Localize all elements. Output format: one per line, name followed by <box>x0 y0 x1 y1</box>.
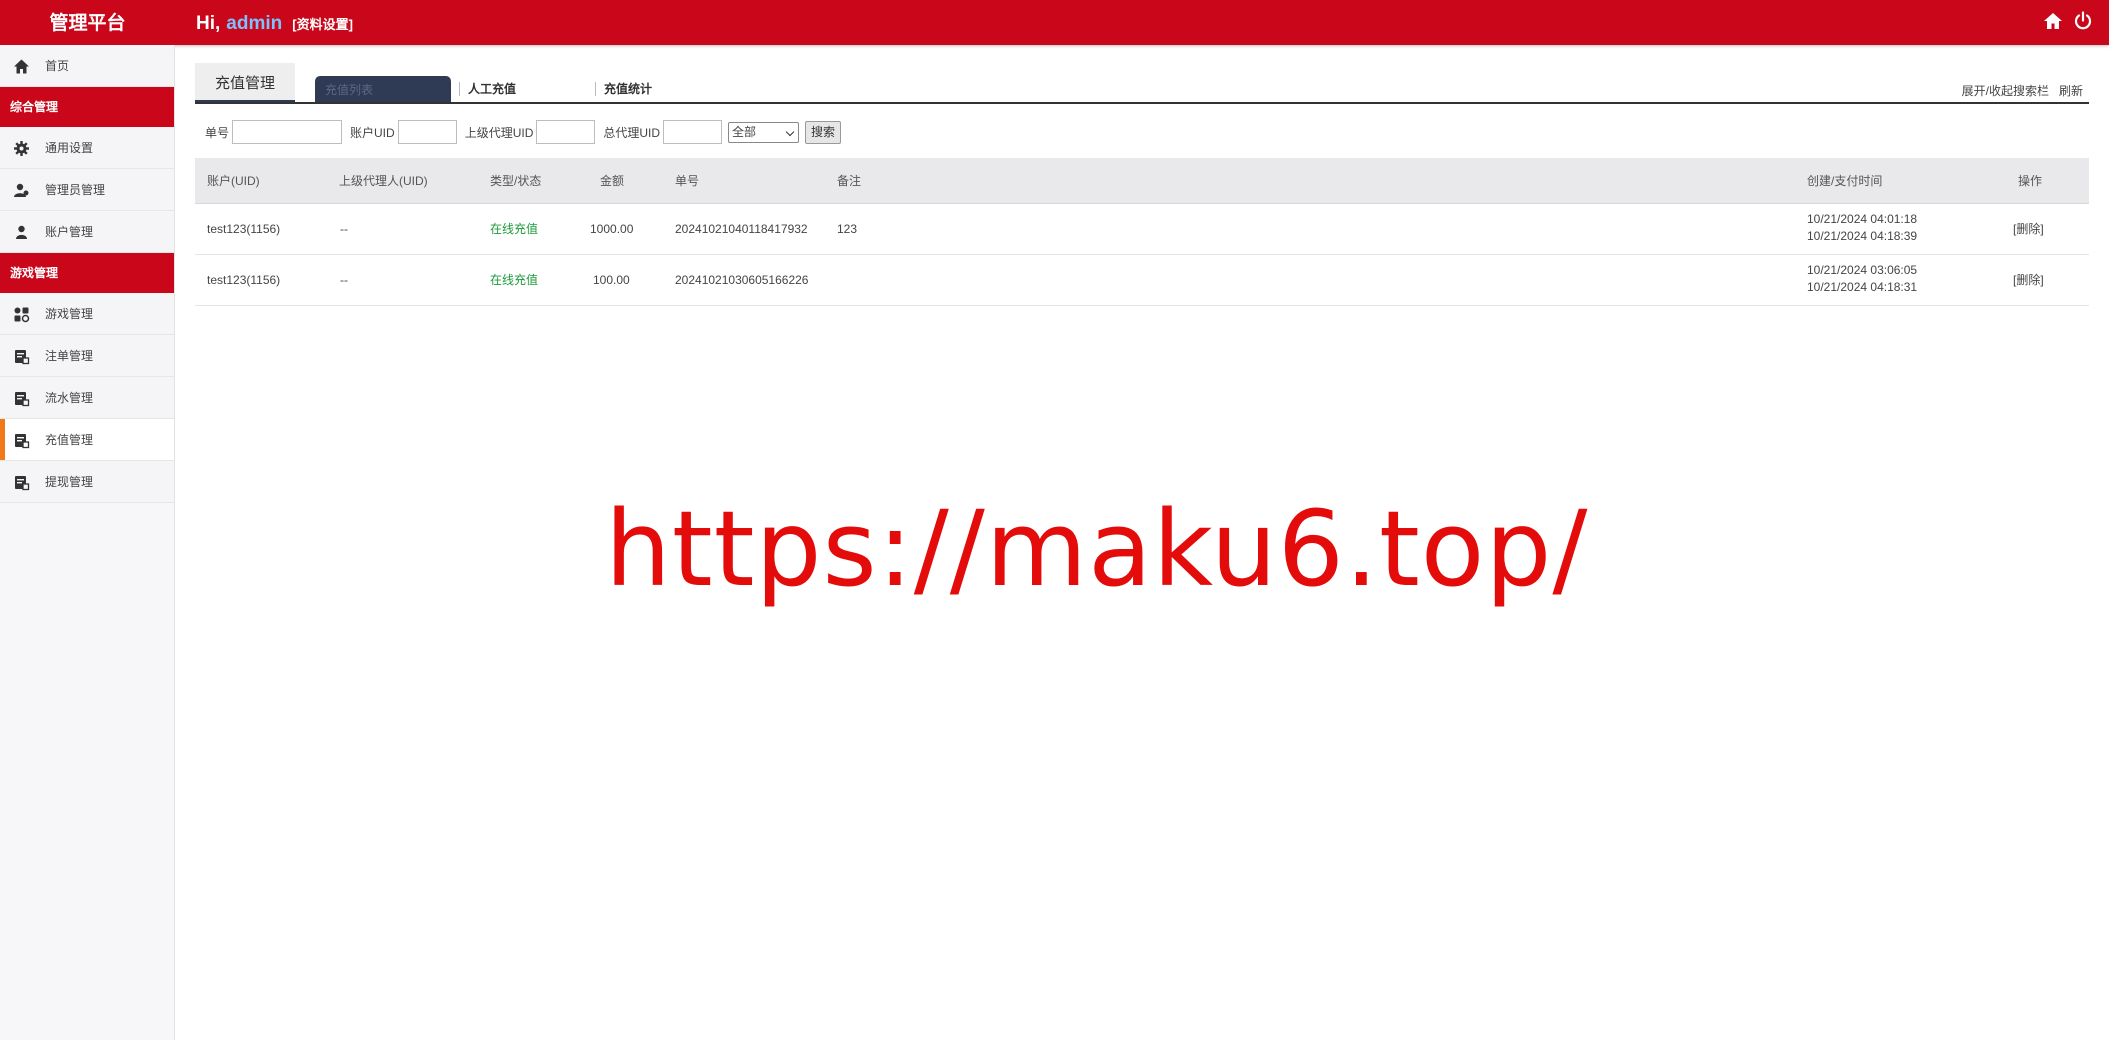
report-icon <box>13 390 30 407</box>
home-icon <box>13 58 30 75</box>
remark-cell: 123 <box>837 222 858 236</box>
top-agent-input[interactable] <box>663 120 723 144</box>
user-icon <box>13 224 30 241</box>
tab-manual-recharge[interactable]: 人工充值 <box>459 82 595 96</box>
top-bar: 管理平台 Hi, admin [资料设置] <box>0 0 2109 45</box>
created-time: 10/21/2024 03:06:05 <box>1807 263 1918 277</box>
power-icon[interactable] <box>2073 11 2093 31</box>
sidebar-item-label: 流水管理 <box>45 391 94 405</box>
search-bar: 单号 账户UID 上级代理UID 总代理UID 全部 搜索 <box>205 119 842 145</box>
sidebar-item-admin-management[interactable]: 管理员管理 <box>0 169 174 211</box>
refresh-link[interactable]: 刷新 <box>2059 84 2083 98</box>
parent-agent-input[interactable] <box>536 120 596 144</box>
column-header: 上级代理人(UID) <box>339 174 428 188</box>
sidebar-item-recharge-management[interactable]: 充值管理 <box>0 419 174 461</box>
status-cell: 在线充值 <box>490 273 539 287</box>
page-title: 充值管理 <box>195 63 295 102</box>
report-icon <box>13 432 30 449</box>
parent-cell: -- <box>340 222 348 236</box>
search-button[interactable]: 搜索 <box>805 120 842 144</box>
tab-actions: 展开/收起搜索栏 刷新 <box>1952 82 2083 99</box>
sidebar-item-label: 充值管理 <box>45 433 94 447</box>
amount-cell: 100.00 <box>593 273 630 287</box>
sidebar-item-account-management[interactable]: 账户管理 <box>0 211 174 253</box>
order-no-input[interactable] <box>232 120 343 144</box>
users-icon <box>13 182 30 199</box>
recharge-table: 账户(UID) 上级代理人(UID) 类型/状态 金额 单号 备注 创建/支付时… <box>195 158 2089 306</box>
profile-settings-link[interactable]: [资料设置] <box>292 17 353 32</box>
column-header: 备注 <box>837 174 862 188</box>
amount-cell: 1000.00 <box>590 222 634 236</box>
sidebar-section-game: 游戏管理 <box>0 253 174 293</box>
sidebar-item-home[interactable]: 首页 <box>0 45 174 87</box>
sidebar: 首页 综合管理 通用设置 管理员管理 账户管理 游戏管理 游戏管理 注单管理 流… <box>0 45 175 1040</box>
paid-time: 10/21/2024 04:18:31 <box>1807 280 1918 294</box>
parent-agent-label: 上级代理UID <box>464 125 534 140</box>
sidebar-item-label: 管理员管理 <box>45 183 106 197</box>
top-icons <box>2043 11 2093 31</box>
sidebar-item-game-management[interactable]: 游戏管理 <box>0 293 174 335</box>
column-header: 类型/状态 <box>490 174 542 188</box>
account-cell: test123(1156) <box>207 222 281 236</box>
order-no-cell: 20241021030605166226 <box>675 273 809 287</box>
delete-link[interactable]: [删除] <box>2013 204 2044 255</box>
sidebar-item-label: 注单管理 <box>45 349 94 363</box>
tab-bar: 充值管理 充值列表 人工充值 充值统计 展开/收起搜索栏 刷新 <box>195 63 2089 104</box>
watermark-text: https://maku6.top/ <box>605 488 1589 610</box>
column-header: 金额 <box>600 174 625 188</box>
time-cell: 10/21/2024 03:06:05 10/21/2024 04:18:31 <box>1807 262 1917 296</box>
username: admin <box>226 13 283 34</box>
gear-icon <box>13 140 30 157</box>
column-header: 创建/支付时间 <box>1807 174 1883 188</box>
order-no-cell: 20241021040118417932 <box>675 222 808 236</box>
sidebar-item-label: 通用设置 <box>45 141 94 155</box>
type-select[interactable]: 全部 <box>728 121 800 143</box>
time-cell: 10/21/2024 04:01:18 10/21/2024 04:18:39 <box>1807 211 1917 245</box>
created-time: 10/21/2024 04:01:18 <box>1807 212 1918 226</box>
toggle-search-link[interactable]: 展开/收起搜索栏 <box>1962 84 2049 98</box>
sidebar-item-label: 首页 <box>45 59 70 73</box>
account-cell: test123(1156) <box>207 273 281 287</box>
sidebar-item-bet-management[interactable]: 注单管理 <box>0 335 174 377</box>
greeting-text: Hi, <box>196 13 221 34</box>
sidebar-item-flow-management[interactable]: 流水管理 <box>0 377 174 419</box>
column-header: 账户(UID) <box>207 174 260 188</box>
tab-recharge-stats[interactable]: 充值统计 <box>595 82 652 96</box>
tab-recharge-list[interactable]: 充值列表 <box>315 76 451 102</box>
apps-icon <box>13 306 30 323</box>
brand-title: 管理平台 <box>49 13 126 34</box>
sidebar-item-label: 提现管理 <box>45 475 94 489</box>
column-header: 单号 <box>675 174 700 188</box>
greeting: Hi, admin [资料设置] <box>196 0 353 45</box>
sidebar-item-withdraw-management[interactable]: 提现管理 <box>0 461 174 503</box>
sidebar-item-label: 账户管理 <box>45 225 94 239</box>
table-row: test123(1156) -- 在线充值 1000.00 2024102104… <box>195 204 2089 255</box>
chevron-down-icon <box>785 127 795 136</box>
account-uid-input[interactable] <box>397 120 457 144</box>
table-header: 账户(UID) 上级代理人(UID) 类型/状态 金额 单号 备注 创建/支付时… <box>195 158 2089 204</box>
status-cell: 在线充值 <box>490 222 539 236</box>
report-icon <box>13 474 30 491</box>
order-no-label: 单号 <box>205 125 230 140</box>
column-header: 操作 <box>2018 174 2043 188</box>
sidebar-item-label: 游戏管理 <box>45 307 94 321</box>
account-uid-label: 账户UID <box>350 125 395 140</box>
paid-time: 10/21/2024 04:18:39 <box>1807 229 1918 243</box>
type-select-value: 全部 <box>732 124 757 139</box>
top-agent-label: 总代理UID <box>603 125 661 140</box>
parent-cell: -- <box>340 273 348 287</box>
sidebar-section-general: 综合管理 <box>0 87 174 127</box>
sidebar-item-general-settings[interactable]: 通用设置 <box>0 127 174 169</box>
table-row: test123(1156) -- 在线充值 100.00 20241021030… <box>195 255 2089 306</box>
report-icon <box>13 348 30 365</box>
delete-link[interactable]: [删除] <box>2013 255 2044 306</box>
home-icon[interactable] <box>2043 11 2063 31</box>
